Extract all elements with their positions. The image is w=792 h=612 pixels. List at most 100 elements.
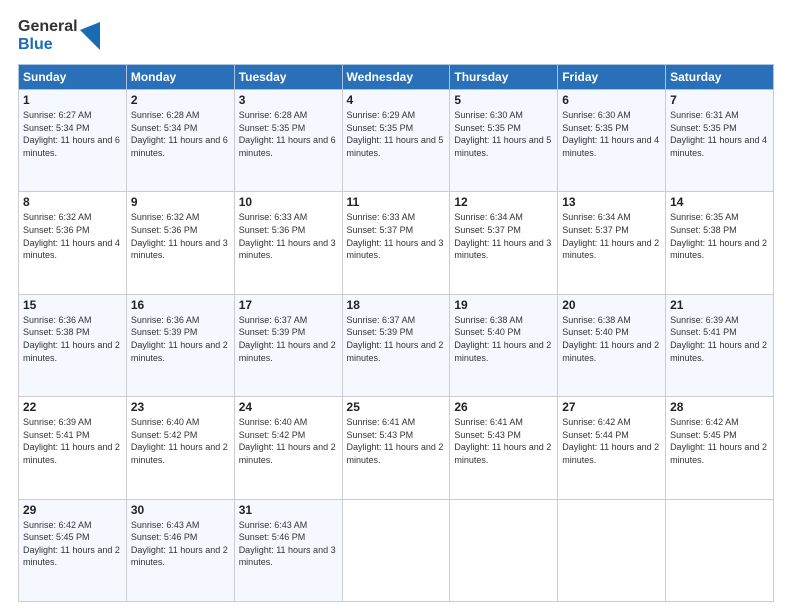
day-number: 11 — [347, 195, 446, 209]
daylight-text: Daylight: 11 hours and 2 minutes. — [23, 339, 122, 364]
cell-info: Sunrise: 6:37 AM Sunset: 5:39 PM Dayligh… — [347, 314, 446, 364]
sunrise-text: Sunrise: 6:33 AM — [347, 211, 446, 224]
table-row: 23 Sunrise: 6:40 AM Sunset: 5:42 PM Dayl… — [126, 397, 234, 499]
calendar-week-row: 15 Sunrise: 6:36 AM Sunset: 5:38 PM Dayl… — [19, 294, 774, 396]
sunset-text: Sunset: 5:43 PM — [454, 429, 553, 442]
table-row — [342, 499, 450, 601]
col-sunday: Sunday — [19, 65, 127, 90]
cell-info: Sunrise: 6:37 AM Sunset: 5:39 PM Dayligh… — [239, 314, 338, 364]
day-number: 12 — [454, 195, 553, 209]
sunrise-text: Sunrise: 6:34 AM — [562, 211, 661, 224]
day-number: 28 — [670, 400, 769, 414]
table-row: 28 Sunrise: 6:42 AM Sunset: 5:45 PM Dayl… — [666, 397, 774, 499]
day-number: 4 — [347, 93, 446, 107]
daylight-text: Daylight: 11 hours and 2 minutes. — [670, 441, 769, 466]
day-number: 6 — [562, 93, 661, 107]
sunset-text: Sunset: 5:40 PM — [454, 326, 553, 339]
col-friday: Friday — [558, 65, 666, 90]
sunrise-text: Sunrise: 6:43 AM — [239, 519, 338, 532]
col-tuesday: Tuesday — [234, 65, 342, 90]
sunset-text: Sunset: 5:39 PM — [239, 326, 338, 339]
day-number: 30 — [131, 503, 230, 517]
sunrise-text: Sunrise: 6:41 AM — [454, 416, 553, 429]
sunrise-text: Sunrise: 6:33 AM — [239, 211, 338, 224]
day-number: 7 — [670, 93, 769, 107]
daylight-text: Daylight: 11 hours and 2 minutes. — [239, 441, 338, 466]
daylight-text: Daylight: 11 hours and 3 minutes. — [131, 237, 230, 262]
sunset-text: Sunset: 5:44 PM — [562, 429, 661, 442]
table-row: 3 Sunrise: 6:28 AM Sunset: 5:35 PM Dayli… — [234, 90, 342, 192]
cell-info: Sunrise: 6:40 AM Sunset: 5:42 PM Dayligh… — [239, 416, 338, 466]
sunset-text: Sunset: 5:42 PM — [131, 429, 230, 442]
cell-info: Sunrise: 6:42 AM Sunset: 5:45 PM Dayligh… — [670, 416, 769, 466]
daylight-text: Daylight: 11 hours and 6 minutes. — [131, 134, 230, 159]
logo: General Blue — [18, 18, 100, 54]
table-row: 15 Sunrise: 6:36 AM Sunset: 5:38 PM Dayl… — [19, 294, 127, 396]
daylight-text: Daylight: 11 hours and 2 minutes. — [131, 441, 230, 466]
cell-info: Sunrise: 6:30 AM Sunset: 5:35 PM Dayligh… — [562, 109, 661, 159]
table-row — [558, 499, 666, 601]
cell-info: Sunrise: 6:40 AM Sunset: 5:42 PM Dayligh… — [131, 416, 230, 466]
daylight-text: Daylight: 11 hours and 2 minutes. — [454, 441, 553, 466]
sunrise-text: Sunrise: 6:30 AM — [562, 109, 661, 122]
table-row — [666, 499, 774, 601]
table-row: 10 Sunrise: 6:33 AM Sunset: 5:36 PM Dayl… — [234, 192, 342, 294]
sunrise-text: Sunrise: 6:42 AM — [23, 519, 122, 532]
table-row: 6 Sunrise: 6:30 AM Sunset: 5:35 PM Dayli… — [558, 90, 666, 192]
col-thursday: Thursday — [450, 65, 558, 90]
sunset-text: Sunset: 5:41 PM — [23, 429, 122, 442]
daylight-text: Daylight: 11 hours and 2 minutes. — [131, 544, 230, 569]
cell-info: Sunrise: 6:38 AM Sunset: 5:40 PM Dayligh… — [562, 314, 661, 364]
day-number: 1 — [23, 93, 122, 107]
cell-info: Sunrise: 6:43 AM Sunset: 5:46 PM Dayligh… — [131, 519, 230, 569]
sunset-text: Sunset: 5:46 PM — [131, 531, 230, 544]
table-row: 1 Sunrise: 6:27 AM Sunset: 5:34 PM Dayli… — [19, 90, 127, 192]
sunset-text: Sunset: 5:45 PM — [670, 429, 769, 442]
table-row: 14 Sunrise: 6:35 AM Sunset: 5:38 PM Dayl… — [666, 192, 774, 294]
daylight-text: Daylight: 11 hours and 4 minutes. — [562, 134, 661, 159]
logo-text: General Blue — [18, 18, 78, 54]
table-row: 25 Sunrise: 6:41 AM Sunset: 5:43 PM Dayl… — [342, 397, 450, 499]
table-row: 8 Sunrise: 6:32 AM Sunset: 5:36 PM Dayli… — [19, 192, 127, 294]
col-saturday: Saturday — [666, 65, 774, 90]
sunrise-text: Sunrise: 6:42 AM — [562, 416, 661, 429]
table-row: 24 Sunrise: 6:40 AM Sunset: 5:42 PM Dayl… — [234, 397, 342, 499]
day-number: 8 — [23, 195, 122, 209]
day-number: 13 — [562, 195, 661, 209]
cell-info: Sunrise: 6:28 AM Sunset: 5:34 PM Dayligh… — [131, 109, 230, 159]
daylight-text: Daylight: 11 hours and 2 minutes. — [347, 339, 446, 364]
calendar-week-row: 1 Sunrise: 6:27 AM Sunset: 5:34 PM Dayli… — [19, 90, 774, 192]
day-number: 3 — [239, 93, 338, 107]
day-number: 5 — [454, 93, 553, 107]
day-number: 14 — [670, 195, 769, 209]
page: General Blue Sunday Monday Tuesday Wedne… — [0, 0, 792, 612]
table-row: 31 Sunrise: 6:43 AM Sunset: 5:46 PM Dayl… — [234, 499, 342, 601]
cell-info: Sunrise: 6:39 AM Sunset: 5:41 PM Dayligh… — [23, 416, 122, 466]
daylight-text: Daylight: 11 hours and 2 minutes. — [131, 339, 230, 364]
sunrise-text: Sunrise: 6:39 AM — [23, 416, 122, 429]
day-number: 17 — [239, 298, 338, 312]
sunset-text: Sunset: 5:36 PM — [131, 224, 230, 237]
sunset-text: Sunset: 5:46 PM — [239, 531, 338, 544]
sunrise-text: Sunrise: 6:32 AM — [23, 211, 122, 224]
calendar-header-row: Sunday Monday Tuesday Wednesday Thursday… — [19, 65, 774, 90]
day-number: 19 — [454, 298, 553, 312]
sunrise-text: Sunrise: 6:36 AM — [131, 314, 230, 327]
sunrise-text: Sunrise: 6:42 AM — [670, 416, 769, 429]
sunset-text: Sunset: 5:42 PM — [239, 429, 338, 442]
daylight-text: Daylight: 11 hours and 2 minutes. — [562, 339, 661, 364]
sunrise-text: Sunrise: 6:35 AM — [670, 211, 769, 224]
calendar-week-row: 29 Sunrise: 6:42 AM Sunset: 5:45 PM Dayl… — [19, 499, 774, 601]
table-row: 16 Sunrise: 6:36 AM Sunset: 5:39 PM Dayl… — [126, 294, 234, 396]
sunset-text: Sunset: 5:35 PM — [239, 122, 338, 135]
daylight-text: Daylight: 11 hours and 3 minutes. — [239, 544, 338, 569]
cell-info: Sunrise: 6:33 AM Sunset: 5:37 PM Dayligh… — [347, 211, 446, 261]
table-row: 17 Sunrise: 6:37 AM Sunset: 5:39 PM Dayl… — [234, 294, 342, 396]
sunset-text: Sunset: 5:38 PM — [670, 224, 769, 237]
table-row: 18 Sunrise: 6:37 AM Sunset: 5:39 PM Dayl… — [342, 294, 450, 396]
calendar-week-row: 22 Sunrise: 6:39 AM Sunset: 5:41 PM Dayl… — [19, 397, 774, 499]
col-monday: Monday — [126, 65, 234, 90]
sunrise-text: Sunrise: 6:36 AM — [23, 314, 122, 327]
daylight-text: Daylight: 11 hours and 6 minutes. — [23, 134, 122, 159]
sunrise-text: Sunrise: 6:39 AM — [670, 314, 769, 327]
